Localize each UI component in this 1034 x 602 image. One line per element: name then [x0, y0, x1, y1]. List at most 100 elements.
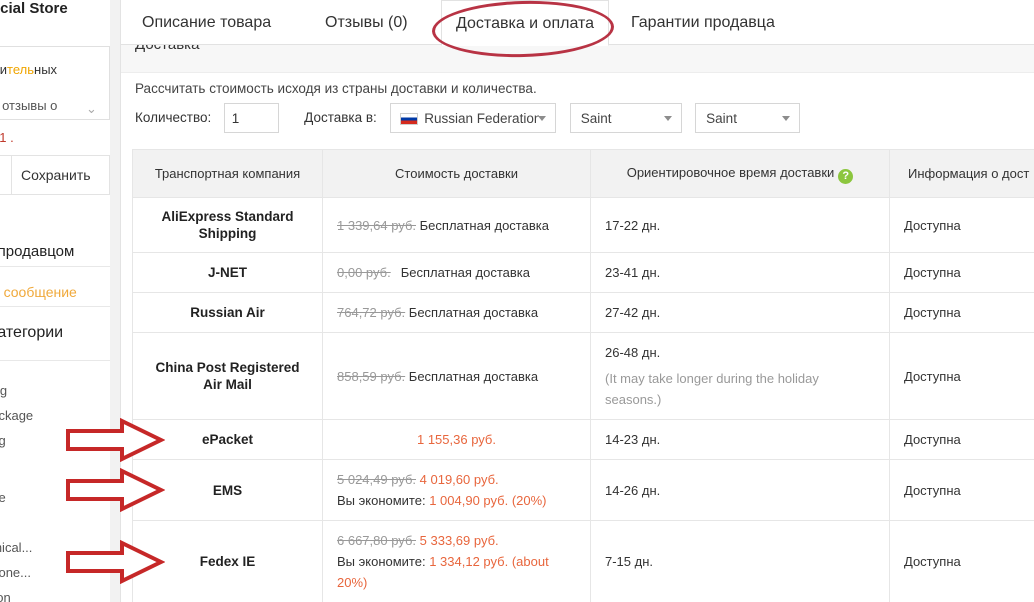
tab-seller-guarantees[interactable]: Гарантии продавца: [631, 0, 775, 45]
delivery-time-range: 17-22 дн.: [605, 217, 661, 233]
sidebar-category-item[interactable]: phone...: [0, 560, 110, 585]
category-list: Bag packagebag beubearomical...phone...is…: [0, 378, 110, 602]
panel-header-strip: [121, 45, 1034, 73]
cell-delivery-time: 17-22 дн.: [590, 197, 890, 253]
sidebar-category-item[interactable]: ision: [0, 585, 110, 602]
cell-cost: 1 339,64 руб. Бесплатная доставка: [322, 197, 591, 253]
quantity-input[interactable]: [223, 103, 279, 133]
cost-line-savings: Вы экономите: 1 334,12 руб. (about 20%): [337, 551, 576, 593]
ship-to-label: Доставка в:: [304, 110, 377, 125]
shipping-methods-table: Транспортная компания Стоимость доставки…: [132, 149, 1034, 602]
cost-line-primary: 5 024,49 руб. 4 019,60 руб.: [337, 469, 576, 490]
cell-carrier: Fedex IE: [132, 520, 323, 602]
reviews-count-line: : 1 .: [0, 130, 14, 145]
table-header: Транспортная компания Стоимость доставки…: [132, 149, 1034, 198]
cost-line-primary: 0,00 руб. Бесплатная доставка: [337, 262, 576, 283]
delivery-time-range: 14-26 дн.: [605, 482, 661, 498]
city-select[interactable]: Saint: [695, 103, 801, 133]
sidebar-category-item[interactable]: package: [0, 403, 110, 428]
delivery-time-range: 27-42 дн.: [605, 305, 661, 320]
table-row: EMS 5 024,49 руб. 4 019,60 руб. Вы экономи…: [132, 459, 1034, 521]
cell-availability: Доступна: [889, 292, 1034, 333]
cell-availability: Доступна: [889, 332, 1034, 420]
cell-delivery-time: 23-41 дн.: [590, 252, 890, 293]
table-row: China Post Registered Air Mail 858,59 руб…: [132, 332, 1034, 420]
tab-description[interactable]: Описание товара: [142, 0, 271, 45]
table-row: Russian Air 764,72 руб. Бесплатная достав…: [132, 292, 1034, 333]
cell-carrier: China Post Registered Air Mail: [132, 332, 323, 420]
column-header-time-text: Ориентировочное время доставки: [626, 164, 835, 180]
table-body: AliExpress Standard Shipping 1 339,64 руб…: [132, 197, 1034, 602]
quantity-label: Количество:: [135, 110, 212, 125]
sidebar-category-item[interactable]: be: [0, 460, 110, 485]
cell-cost: 0,00 руб. Бесплатная доставка: [322, 252, 591, 293]
chevron-down-icon: [538, 116, 547, 121]
cell-delivery-time: 14-26 дн.: [590, 459, 890, 521]
cost-line-primary: 1 339,64 руб. Бесплатная доставка: [337, 215, 576, 236]
calculator-note: Рассчитать стоимость исходя из страны до…: [135, 81, 537, 96]
cost-new-price: 5 333,69 руб.: [419, 533, 499, 548]
sidebar-divider-3: [0, 360, 110, 361]
savings-amount: 1 004,90 руб. (20%): [429, 493, 547, 508]
save-button[interactable]: Сохранить: [21, 167, 91, 183]
sidebar-divider-2: [0, 306, 110, 307]
product-tabs: Описание товара Отзывы (0) Доставка и оп…: [121, 0, 1034, 46]
cost-line-primary: 6 667,80 руб. 5 333,69 руб.: [337, 530, 576, 551]
sidebar-category-item[interactable]: bag: [0, 428, 110, 453]
calculator-controls: Количество: Доставка в: Russian Federati…: [135, 103, 801, 133]
screenshot-root: fficial Store ожительных ие отзывы о ⌄ :…: [0, 0, 1034, 602]
cell-delivery-time: 27-42 дн.: [590, 292, 890, 333]
reviews-positive-highlight: тель: [7, 62, 35, 77]
cell-carrier: ePacket: [132, 419, 323, 460]
cost-line-primary: 858,59 руб. Бесплатная доставка: [337, 366, 576, 387]
table-row: AliExpress Standard Shipping 1 339,64 руб…: [132, 197, 1034, 253]
shipping-panel: Доставка Рассчитать стоимость исходя из …: [121, 45, 1034, 602]
cost-new-price: 1 155,36 руб.: [416, 432, 496, 447]
column-header-cost: Стоимость доставки: [322, 149, 591, 198]
delivery-time-range: 7-15 дн.: [605, 554, 654, 569]
table-row: ePacket 1 155,36 руб. 14-23 дн. Доступна: [132, 419, 1034, 460]
country-select[interactable]: Russian Federation: [390, 103, 557, 133]
chevron-down-icon: [782, 116, 791, 121]
chevron-down-icon: [663, 116, 672, 121]
cost-old-price: 5 024,49 руб.: [337, 472, 417, 487]
cell-carrier: EMS: [132, 459, 323, 521]
cost-old-price: 764,72 руб.: [337, 305, 406, 320]
send-message-link[interactable]: ть сообщение: [0, 284, 77, 300]
reviews-positive-post: ных: [34, 62, 58, 77]
tab-reviews[interactable]: Отзывы (0): [325, 0, 408, 45]
savings-label: Вы экономите:: [337, 493, 430, 508]
sidebar-category-item[interactable]: ar: [0, 510, 110, 535]
free-shipping-label: Бесплатная доставка: [408, 305, 539, 320]
sidebar-category-item[interactable]: omical...: [0, 535, 110, 560]
cell-delivery-time: 14-23 дн.: [590, 419, 890, 460]
help-icon[interactable]: ?: [838, 168, 854, 184]
cell-availability: Доступна: [889, 520, 1034, 602]
cell-carrier: Russian Air: [132, 292, 323, 333]
chevron-down-icon[interactable]: ⌄: [86, 101, 97, 117]
free-shipping-label: Бесплатная доставка: [408, 368, 539, 384]
sidebar-category-item[interactable]: Bag: [0, 378, 110, 403]
table-row: J-NET 0,00 руб. Бесплатная доставка 23-41 д…: [132, 252, 1034, 293]
sidebar-category-item[interactable]: ube: [0, 485, 110, 510]
cell-availability: Доступна: [889, 252, 1034, 293]
panel-heading: Доставка: [135, 45, 199, 53]
state-select[interactable]: Saint: [569, 103, 682, 133]
delivery-time-range: 26-48 дн.: [605, 345, 661, 360]
cost-old-price: 0,00 руб.: [337, 265, 391, 280]
tab-shipping-and-payment[interactable]: Доставка и оплата: [441, 0, 610, 46]
left-sidebar: fficial Store ожительных ие отзывы о ⌄ :…: [0, 0, 110, 602]
reviews-positive-pre: ожи: [0, 62, 8, 77]
column-header-carrier: Транспортная компания: [132, 149, 323, 198]
cost-line-primary: 764,72 руб. Бесплатная доставка: [337, 302, 576, 323]
free-shipping-label: Бесплатная доставка: [400, 265, 531, 280]
column-header-time: Ориентировочное время доставки?: [590, 149, 890, 198]
cell-cost: 5 024,49 руб. 4 019,60 руб. Вы экономите:…: [322, 459, 591, 521]
cell-availability: Доступна: [889, 419, 1034, 460]
cell-availability: Доступна: [889, 459, 1034, 521]
country-select-value: Russian Federation: [424, 111, 540, 126]
cell-cost: 1 155,36 руб.: [322, 419, 591, 460]
sidebar-right-edge: [110, 0, 121, 602]
cost-new-price: 4 019,60 руб.: [419, 472, 499, 487]
state-select-value: Saint: [580, 111, 612, 126]
